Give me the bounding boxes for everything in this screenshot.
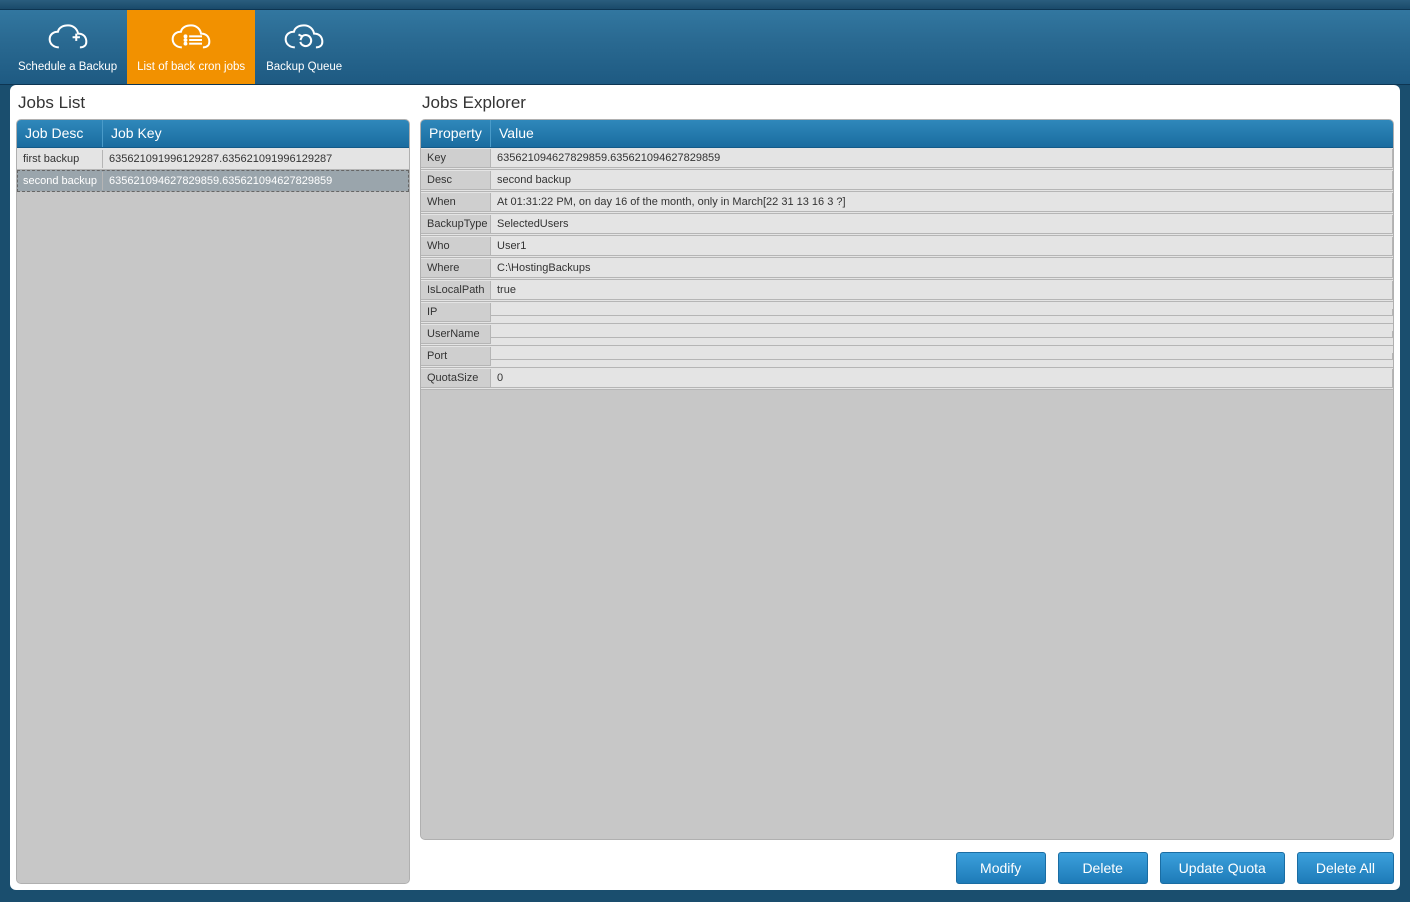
cell-prop-value: 635621094627829859.635621094627829859: [491, 149, 1393, 168]
cell-prop-value: C:\HostingBackups: [491, 259, 1393, 278]
table-row[interactable]: WhoUser1: [421, 236, 1393, 258]
jobs-list-body: first backup635621091996129287.635621091…: [17, 148, 409, 883]
cell-job-key: 635621091996129287.635621091996129287: [103, 150, 409, 168]
cell-prop-name: Key: [421, 149, 491, 168]
modify-button[interactable]: Modify: [956, 852, 1046, 884]
cell-prop-value: second backup: [491, 171, 1393, 190]
cell-prop-name: When: [421, 193, 491, 212]
table-row[interactable]: IP: [421, 302, 1393, 324]
cell-prop-value: 0: [491, 369, 1393, 388]
cloud-refresh-icon: [282, 23, 326, 57]
cell-prop-value: [491, 331, 1393, 338]
jobs-list-grid: Job Desc Job Key first backup63562109199…: [16, 119, 410, 884]
table-row[interactable]: WhereC:\HostingBackups: [421, 258, 1393, 280]
table-row[interactable]: first backup635621091996129287.635621091…: [17, 148, 409, 170]
cloud-list-icon: [169, 23, 213, 57]
tab-label: Backup Queue: [266, 61, 342, 73]
table-row[interactable]: Descsecond backup: [421, 170, 1393, 192]
top-accent-bar: [0, 0, 1410, 10]
delete-button[interactable]: Delete: [1058, 852, 1148, 884]
jobs-list-header: Job Desc Job Key: [17, 120, 409, 148]
cell-prop-name: BackupType: [421, 215, 491, 234]
cell-prop-name: IsLocalPath: [421, 281, 491, 300]
cell-job-key: 635621094627829859.635621094627829859: [103, 172, 409, 190]
update-quota-button[interactable]: Update Quota: [1160, 852, 1285, 884]
tab-backup-queue[interactable]: Backup Queue: [255, 10, 353, 84]
cell-job-desc: first backup: [17, 150, 103, 168]
content-area: Jobs List Job Desc Job Key first backup6…: [10, 85, 1400, 890]
jobs-list-title: Jobs List: [16, 89, 410, 119]
cell-prop-value: SelectedUsers: [491, 215, 1393, 234]
cell-job-desc: second backup: [17, 172, 103, 190]
table-row[interactable]: IsLocalPathtrue: [421, 280, 1393, 302]
jobs-explorer-header: Property Value: [421, 120, 1393, 148]
table-row[interactable]: BackupTypeSelectedUsers: [421, 214, 1393, 236]
cell-prop-name: UserName: [421, 325, 491, 344]
delete-all-button[interactable]: Delete All: [1297, 852, 1394, 884]
cell-prop-name: Port: [421, 347, 491, 366]
tab-label: Schedule a Backup: [18, 61, 117, 73]
jobs-explorer-panel: Jobs Explorer Property Value Key63562109…: [420, 89, 1394, 884]
cell-prop-name: IP: [421, 303, 491, 322]
footer-buttons: Modify Delete Update Quota Delete All: [420, 840, 1394, 884]
tab-list-cron-jobs[interactable]: List of back cron jobs: [127, 10, 255, 84]
jobs-explorer-title: Jobs Explorer: [420, 89, 1394, 119]
cell-prop-value: [491, 309, 1393, 316]
table-row[interactable]: WhenAt 01:31:22 PM, on day 16 of the mon…: [421, 192, 1393, 214]
col-header-value[interactable]: Value: [491, 120, 1393, 147]
main-toolbar: Schedule a Backup List of back cron jobs…: [0, 10, 1410, 85]
jobs-list-panel: Jobs List Job Desc Job Key first backup6…: [16, 89, 410, 884]
cell-prop-value: [491, 353, 1393, 360]
table-row[interactable]: second backup635621094627829859.63562109…: [17, 170, 409, 192]
jobs-explorer-body: Key635621094627829859.635621094627829859…: [421, 148, 1393, 839]
table-row[interactable]: Key635621094627829859.635621094627829859: [421, 148, 1393, 170]
cell-prop-name: Where: [421, 259, 491, 278]
table-row[interactable]: QuotaSize0: [421, 368, 1393, 390]
col-header-key[interactable]: Job Key: [103, 120, 409, 147]
cell-prop-value: At 01:31:22 PM, on day 16 of the month, …: [491, 193, 1393, 212]
cell-prop-value: true: [491, 281, 1393, 300]
table-row[interactable]: Port: [421, 346, 1393, 368]
col-header-property[interactable]: Property: [421, 120, 491, 147]
cell-prop-name: Who: [421, 237, 491, 256]
cell-prop-name: QuotaSize: [421, 369, 491, 388]
tab-schedule-backup[interactable]: Schedule a Backup: [8, 10, 127, 84]
jobs-explorer-grid: Property Value Key635621094627829859.635…: [420, 119, 1394, 840]
cell-prop-value: User1: [491, 237, 1393, 256]
tab-label: List of back cron jobs: [137, 61, 245, 73]
col-header-desc[interactable]: Job Desc: [17, 120, 103, 147]
cell-prop-name: Desc: [421, 171, 491, 190]
table-row[interactable]: UserName: [421, 324, 1393, 346]
cloud-plus-icon: [46, 23, 90, 57]
